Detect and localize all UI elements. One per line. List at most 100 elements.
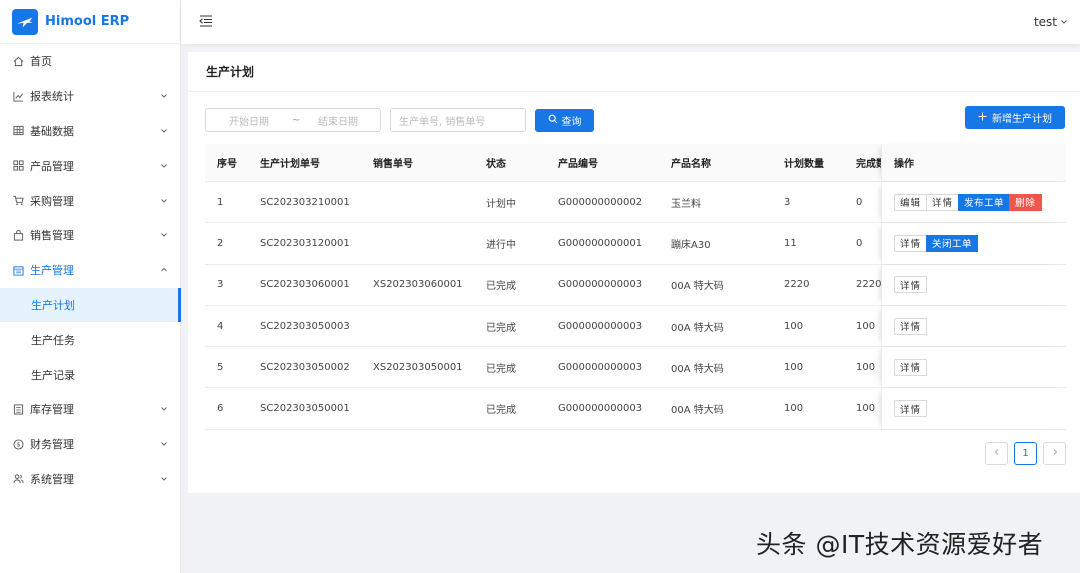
sidebar-item-sales[interactable]: 销售管理 [0, 218, 180, 253]
sidebar-subitem-production-record[interactable]: 生产记录 [0, 357, 180, 392]
column-header[interactable]: 序号 [205, 155, 248, 170]
user-menu[interactable]: test [1034, 15, 1068, 29]
detail-button[interactable]: 详情 [894, 317, 928, 335]
calendar-icon [12, 264, 24, 276]
start-date-input[interactable]: 开始日期 [206, 113, 292, 128]
sidebar-item-home[interactable]: 首页 [0, 44, 180, 79]
cell-plan-no: SC202303060001 [260, 279, 350, 291]
detail-button[interactable]: 详情 [894, 358, 928, 376]
cell-no: 1 [217, 196, 224, 208]
menu-fold-icon[interactable] [199, 14, 213, 30]
sidebar-item-reports[interactable]: 报表统计 [0, 79, 180, 114]
edit-button[interactable]: 编辑 [894, 193, 928, 211]
column-header[interactable]: 状态 [474, 155, 546, 170]
sidebar-item-inventory[interactable]: 库存管理 [0, 392, 180, 427]
sidebar: Himool ERP 首页 报表统计 基础数据 产品管理 采购管理 销售管理 生… [0, 0, 181, 573]
production-plan-table: 序号 生产计划单号 销售单号 状态 产品编号 产品名称 计划数量 完成数量 操作… [205, 144, 1066, 430]
sidebar-item-label: 基础数据 [30, 124, 74, 138]
top-header: test [181, 0, 1080, 44]
detail-button[interactable]: 详情 [894, 276, 928, 294]
sidebar-item-label: 采购管理 [30, 194, 74, 208]
sidebar-item-label: 产品管理 [30, 159, 74, 173]
delete-button[interactable]: 删除 [1009, 193, 1043, 211]
cell-status: 已完成 [486, 281, 516, 293]
add-button-label: 新增生产计划 [992, 114, 1052, 125]
page-number-button[interactable]: 1 [1014, 442, 1037, 465]
sidebar-subitem-production-task[interactable]: 生产任务 [0, 322, 180, 357]
prev-page-button[interactable] [985, 442, 1008, 465]
chart-icon [12, 90, 24, 102]
cell-plan-qty: 3 [784, 196, 791, 208]
cell-status: 已完成 [486, 322, 516, 334]
table-row: 5 SC202303050002 XS202303050001 已完成 G000… [205, 347, 1066, 389]
cell-done-qty: 100 [856, 320, 876, 332]
cell-product-code: G000000000003 [558, 320, 643, 332]
cell-product-code: G000000000003 [558, 361, 643, 373]
date-range-picker[interactable]: 开始日期 ~ 结束日期 [205, 108, 381, 132]
end-date-input[interactable]: 结束日期 [296, 113, 380, 128]
query-button-label: 查询 [561, 116, 582, 128]
publish-work-order-button[interactable]: 发布工单 [958, 193, 1011, 211]
cell-plan-no: SC202303050002 [260, 361, 350, 373]
table-icon [12, 125, 24, 137]
bag-icon [12, 229, 24, 241]
logo[interactable]: Himool ERP [0, 0, 180, 44]
table-row: 6 SC202303050001 已完成 G000000000003 00A 特… [205, 388, 1066, 430]
cell-status: 已完成 [486, 405, 516, 417]
cell-sales-no: XS202303050001 [373, 361, 463, 373]
sidebar-item-label: 销售管理 [30, 229, 74, 243]
sidebar-item-products[interactable]: 产品管理 [0, 148, 180, 183]
column-header[interactable]: 生产计划单号 [248, 155, 361, 170]
next-page-button[interactable] [1043, 442, 1066, 465]
home-icon [12, 55, 24, 67]
cell-done-qty: 0 [856, 196, 863, 208]
detail-button[interactable]: 详情 [894, 400, 928, 418]
column-header: 操作 [881, 144, 1066, 181]
cell-plan-qty: 100 [784, 320, 804, 332]
cell-no: 4 [217, 320, 224, 332]
sidebar-item-label: 生产管理 [30, 264, 74, 278]
add-production-plan-button[interactable]: 新增生产计划 [965, 106, 1065, 129]
query-button[interactable]: 查询 [535, 108, 594, 132]
pagination: 1 [985, 442, 1066, 465]
plane-logo-icon [12, 8, 38, 35]
search-input[interactable]: 生产单号, 销售单号 [390, 108, 526, 132]
column-header[interactable]: 完成数量 [844, 155, 881, 170]
sidebar-item-finance[interactable]: $ 财务管理 [0, 427, 180, 462]
sidebar-item-purchase[interactable]: 采购管理 [0, 183, 180, 218]
cell-product-code: G000000000001 [558, 237, 643, 249]
sidebar-item-production[interactable]: 生产管理 [0, 253, 180, 288]
watermark: 头条 @IT技术资源爱好者 [756, 530, 1044, 559]
cell-product-name: 00A 特大码 [671, 322, 724, 334]
sidebar-subitem-production-plan[interactable]: 生产计划 [0, 287, 181, 323]
cell-plan-qty: 2220 [784, 279, 810, 291]
cell-plan-qty: 100 [784, 361, 804, 373]
column-header[interactable]: 计划数量 [772, 155, 844, 170]
cell-product-name: 蹦床A30 [671, 239, 711, 251]
column-header[interactable]: 产品编号 [546, 155, 659, 170]
cell-ops: 详情 [881, 388, 1066, 429]
close-work-order-button[interactable]: 关闭工单 [926, 234, 979, 252]
grid-icon [12, 160, 24, 172]
cell-no: 2 [217, 237, 224, 249]
page-title: 生产计划 [188, 52, 1080, 92]
detail-button[interactable]: 详情 [926, 193, 960, 211]
chevron-right-icon [1051, 448, 1059, 459]
sidebar-item-label: 首页 [30, 55, 52, 69]
chevron-down-icon [160, 162, 168, 170]
sidebar-item-label: 库存管理 [30, 403, 74, 417]
cell-status: 进行中 [486, 239, 516, 251]
detail-button[interactable]: 详情 [894, 234, 928, 252]
svg-text:$: $ [16, 440, 20, 448]
sidebar-item-basic-data[interactable]: 基础数据 [0, 114, 180, 149]
money-icon: $ [12, 438, 24, 450]
sidebar-item-system[interactable]: 系统管理 [0, 462, 180, 497]
cell-plan-no: SC202303120001 [260, 237, 350, 249]
column-header[interactable]: 产品名称 [659, 155, 772, 170]
username: test [1033, 15, 1057, 29]
cell-no: 5 [217, 361, 224, 373]
column-header[interactable]: 销售单号 [361, 155, 474, 170]
table-row: 4 SC202303050003 已完成 G000000000003 00A 特… [205, 305, 1066, 348]
chevron-down-icon [160, 231, 168, 239]
chevron-down-icon [160, 405, 168, 413]
